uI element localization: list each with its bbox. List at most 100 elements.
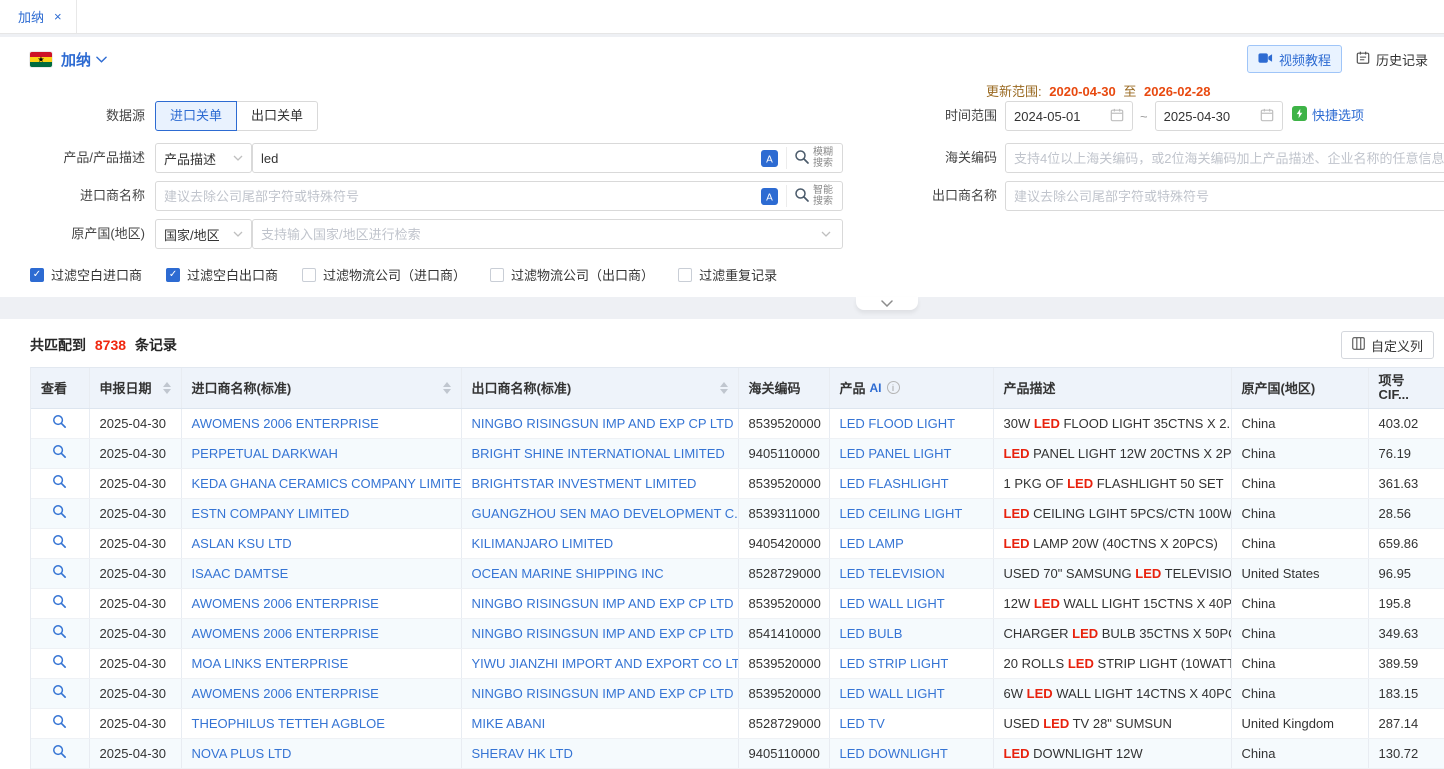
checkbox-checked-icon[interactable]: ✓ — [166, 268, 180, 282]
exporter-link[interactable]: SHERAV HK LTD — [472, 746, 573, 761]
view-detail-icon[interactable] — [52, 444, 67, 459]
product-link[interactable]: LED WALL LIGHT — [840, 686, 945, 701]
importer-link[interactable]: MOA LINKS ENTERPRISE — [192, 656, 349, 671]
view-detail-icon[interactable] — [52, 744, 67, 759]
video-tutorial-button[interactable]: 视频教程 — [1247, 45, 1342, 73]
importer-link[interactable]: AWOMENS 2006 ENTERPRISE — [192, 416, 379, 431]
checkbox-unchecked-icon[interactable] — [302, 268, 316, 282]
exporter-link[interactable]: NINGBO RISINGSUN IMP AND EXP CP LTD — [472, 416, 734, 431]
importer-link[interactable]: THEOPHILUS TETTEH AGBLOE — [192, 716, 385, 731]
tab-import-declarations[interactable]: 进口关单 — [155, 101, 237, 131]
exporter-link[interactable]: BRIGHTSTAR INVESTMENT LIMITED — [472, 476, 697, 491]
filter-checkbox[interactable]: ✓过滤空白进口商 — [30, 265, 142, 284]
filter-checkbox[interactable]: 过滤重复记录 — [678, 265, 777, 284]
product-link[interactable]: LED PANEL LIGHT — [840, 446, 952, 461]
view-detail-icon[interactable] — [52, 504, 67, 519]
importer-link[interactable]: ISAAC DAMTSE — [192, 566, 289, 581]
checkbox-unchecked-icon[interactable] — [678, 268, 692, 282]
origin-field-select[interactable]: 国家/地区 — [155, 219, 252, 249]
view-detail-icon[interactable] — [52, 714, 67, 729]
view-detail-icon[interactable] — [52, 684, 67, 699]
importer-link[interactable]: PERPETUAL DARKWAH — [192, 446, 338, 461]
product-link[interactable]: LED CEILING LIGHT — [840, 506, 963, 521]
column-header[interactable]: 进口商名称(标准) — [181, 368, 461, 408]
quick-options-button[interactable]: 快捷选项 — [1292, 105, 1364, 124]
history-button[interactable]: 历史记录 — [1356, 50, 1428, 69]
importer-link[interactable]: NOVA PLUS LTD — [192, 746, 292, 761]
product-search-input[interactable] — [261, 151, 756, 166]
exporter-link[interactable]: MIKE ABANI — [472, 716, 546, 731]
view-detail-icon[interactable] — [52, 474, 67, 489]
column-header[interactable]: 出口商名称(标准) — [461, 368, 738, 408]
exporter-link[interactable]: YIWU JIANZHI IMPORT AND EXPORT CO LTD — [472, 656, 739, 671]
exporter-link[interactable]: KILIMANJARO LIMITED — [472, 536, 614, 551]
exporter-link[interactable]: OCEAN MARINE SHIPPING INC — [472, 566, 664, 581]
exporter-link[interactable]: BRIGHT SHINE INTERNATIONAL LIMITED — [472, 446, 725, 461]
fuzzy-search-button[interactable]: 模糊搜索 — [786, 147, 836, 169]
filter-checkbox[interactable]: ✓过滤空白出口商 — [166, 265, 278, 284]
product-link[interactable]: LED FLOOD LIGHT — [840, 416, 956, 431]
country-title[interactable]: 加纳 — [61, 49, 91, 70]
translate-icon[interactable]: A — [761, 188, 778, 205]
date-range-picker: 2024-05-01 ~ 2025-04-30 — [1005, 101, 1283, 131]
importer-link[interactable]: AWOMENS 2006 ENTERPRISE — [192, 596, 379, 611]
view-cell — [31, 678, 89, 708]
exporter-input[interactable] — [1005, 181, 1444, 211]
translate-icon[interactable]: A — [761, 150, 778, 167]
info-icon[interactable]: i — [887, 381, 900, 394]
product-link[interactable]: LED DOWNLIGHT — [840, 746, 948, 761]
view-detail-icon[interactable] — [52, 654, 67, 669]
origin-country-input[interactable] — [261, 227, 816, 242]
product-link[interactable]: LED BULB — [840, 626, 903, 641]
tab-export-declarations[interactable]: 出口关单 — [237, 101, 318, 131]
exporter-link[interactable]: NINGBO RISINGSUN IMP AND EXP CP LTD — [472, 686, 734, 701]
product-link[interactable]: LED TELEVISION — [840, 566, 945, 581]
exporter-link[interactable]: NINGBO RISINGSUN IMP AND EXP CP LTD — [472, 626, 734, 641]
checkbox-checked-icon[interactable]: ✓ — [30, 268, 44, 282]
view-detail-icon[interactable] — [52, 414, 67, 429]
view-detail-icon[interactable] — [52, 534, 67, 549]
search-icon — [794, 187, 810, 206]
hs-code-input[interactable] — [1005, 143, 1444, 173]
importer-input[interactable] — [164, 189, 756, 204]
checkbox-unchecked-icon[interactable] — [490, 268, 504, 282]
exporter-link[interactable]: NINGBO RISINGSUN IMP AND EXP CP LTD — [472, 596, 734, 611]
product-link[interactable]: LED WALL LIGHT — [840, 596, 945, 611]
exporter-link[interactable]: GUANGZHOU SEN MAO DEVELOPMENT C... — [472, 506, 739, 521]
product-link[interactable]: LED FLASHLIGHT — [840, 476, 949, 491]
view-detail-icon[interactable] — [52, 564, 67, 579]
filter-checkbox[interactable]: 过滤物流公司（出口商） — [490, 265, 654, 284]
product-link[interactable]: LED STRIP LIGHT — [840, 656, 949, 671]
ai-badge: AI — [870, 381, 882, 395]
importer-link[interactable]: ESTN COMPANY LIMITED — [192, 506, 350, 521]
chevron-down-icon[interactable] — [96, 56, 107, 63]
tab-ghana[interactable]: 加纳 × — [0, 0, 77, 33]
hscode-cell: 8539520000 — [738, 588, 829, 618]
importer-link[interactable]: KEDA GHANA CERAMICS COMPANY LIMITED — [192, 476, 462, 491]
smart-search-button[interactable]: 智能搜索 — [786, 185, 836, 207]
filter-checkbox[interactable]: 过滤物流公司（进口商） — [302, 265, 466, 284]
highlighted-term: LED — [1004, 746, 1030, 761]
importer-link[interactable]: ASLAN KSU LTD — [192, 536, 292, 551]
date-cell: 2025-04-30 — [89, 618, 181, 648]
date-end-input[interactable]: 2025-04-30 — [1155, 101, 1283, 131]
tab-close-icon[interactable]: × — [54, 10, 62, 23]
customize-columns-button[interactable]: 自定义列 — [1341, 331, 1434, 359]
product-field-select[interactable]: 产品描述 — [155, 143, 252, 173]
sort-icon[interactable] — [157, 382, 171, 394]
exporter-cell: GUANGZHOU SEN MAO DEVELOPMENT C... — [461, 498, 738, 528]
date-start-input[interactable]: 2024-05-01 — [1005, 101, 1133, 131]
exporter-cell: NINGBO RISINGSUN IMP AND EXP CP LTD — [461, 408, 738, 438]
view-detail-icon[interactable] — [52, 624, 67, 639]
product-link[interactable]: LED LAMP — [840, 536, 904, 551]
importer-link[interactable]: AWOMENS 2006 ENTERPRISE — [192, 626, 379, 641]
sort-icon[interactable] — [437, 382, 451, 394]
collapse-toggle[interactable] — [856, 297, 918, 310]
view-detail-icon[interactable] — [52, 594, 67, 609]
importer-link[interactable]: AWOMENS 2006 ENTERPRISE — [192, 686, 379, 701]
sort-icon[interactable] — [714, 382, 728, 394]
hscode-cell: 8541410000 — [738, 618, 829, 648]
column-header[interactable]: 申报日期 — [89, 368, 181, 408]
column-header[interactable]: 项号CIF... — [1368, 368, 1444, 408]
product-link[interactable]: LED TV — [840, 716, 885, 731]
